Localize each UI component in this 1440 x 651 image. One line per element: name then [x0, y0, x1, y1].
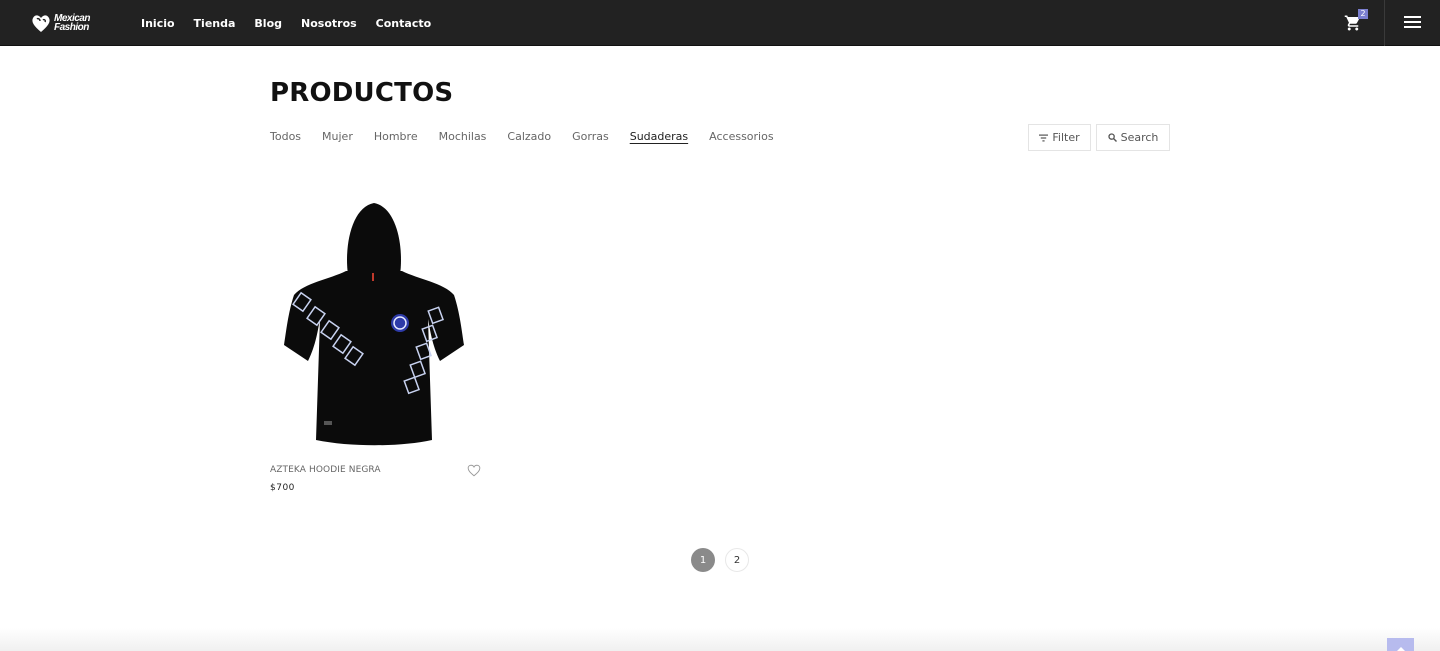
pagination-page-2[interactable]: 2 — [725, 548, 749, 572]
nav-item-contacto[interactable]: Contacto — [376, 17, 431, 30]
category-gorras[interactable]: Gorras — [572, 130, 609, 143]
search-icon — [1107, 133, 1117, 142]
back-to-top-button[interactable] — [1387, 638, 1414, 651]
hamburger-menu-icon[interactable] — [1404, 16, 1421, 30]
pagination-page-1[interactable]: 1 — [691, 548, 715, 572]
category-accessorios[interactable]: Accessorios — [709, 130, 773, 143]
category-sudaderas[interactable]: Sudaderas — [630, 130, 688, 143]
heart-logo-icon — [32, 15, 50, 32]
filter-icon — [1039, 134, 1049, 141]
brand-name: Mexican Fashion — [54, 14, 90, 33]
nav-item-nosotros[interactable]: Nosotros — [301, 17, 357, 30]
page-title: PRODUCTOS — [270, 78, 454, 108]
product-card[interactable] — [270, 195, 482, 453]
hoodie-image — [284, 203, 464, 446]
heart-icon[interactable] — [467, 464, 481, 477]
filter-button[interactable]: Filter — [1028, 124, 1091, 151]
product-name[interactable]: AZTEKA HOODIE NEGRA — [270, 465, 381, 475]
arrow-up-icon — [1396, 647, 1405, 651]
category-mujer[interactable]: Mujer — [322, 130, 353, 143]
search-button[interactable]: Search — [1096, 124, 1170, 151]
category-mochilas[interactable]: Mochilas — [439, 130, 487, 143]
nav-item-blog[interactable]: Blog — [254, 17, 282, 30]
main-nav: Inicio Tienda Blog Nosotros Contacto — [141, 0, 450, 46]
top-navigation-bar: Mexican Fashion Inicio Tienda Blog Nosot… — [0, 0, 1440, 46]
cart-button[interactable]: 2 — [1344, 9, 1370, 34]
category-tabs: Todos Mujer Hombre Mochilas Calzado Gorr… — [270, 130, 795, 143]
nav-item-tienda[interactable]: Tienda — [194, 17, 236, 30]
header-divider — [1384, 0, 1385, 46]
search-label: Search — [1120, 131, 1159, 144]
footer-fade — [0, 628, 1440, 651]
category-todos[interactable]: Todos — [270, 130, 301, 143]
nav-item-inicio[interactable]: Inicio — [141, 17, 175, 30]
brand-logo[interactable]: Mexican Fashion — [30, 10, 96, 36]
category-hombre[interactable]: Hombre — [374, 130, 418, 143]
cart-count-badge: 2 — [1358, 9, 1368, 19]
product-image[interactable] — [270, 195, 482, 453]
category-calzado[interactable]: Calzado — [507, 130, 551, 143]
filter-label: Filter — [1052, 131, 1080, 144]
product-price: $700 — [270, 483, 295, 493]
brand-line-2: Fashion — [54, 22, 89, 33]
